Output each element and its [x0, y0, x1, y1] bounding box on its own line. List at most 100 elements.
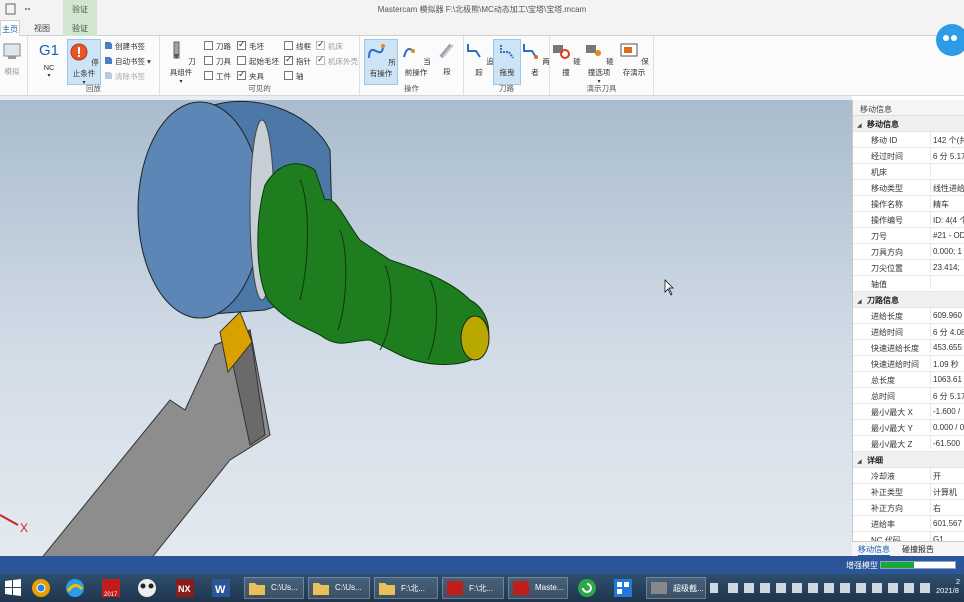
browser-icon[interactable] [64, 577, 86, 599]
check-machine-label: 机床 [328, 42, 343, 51]
all-operations-button[interactable]: 所有操作 [364, 39, 398, 85]
property-key: 进给长度 [871, 312, 903, 321]
tool-holder [42, 328, 271, 556]
property-row: 快速进给长度 453.655 [853, 340, 964, 356]
check-stock[interactable]: 毛坯 [237, 39, 264, 53]
panel-section-header[interactable]: ◢ 刀路信息 [853, 292, 964, 308]
collapse-icon[interactable]: ◢ [857, 298, 867, 305]
property-row: 机床 [853, 164, 964, 180]
ribbon-tabs: 主页 视图 验证 [0, 20, 964, 37]
check-axis[interactable]: 轴 [284, 71, 304, 83]
nx-icon[interactable]: NX [174, 577, 196, 599]
panda-icon[interactable] [136, 577, 158, 599]
check-machine-box[interactable] [316, 39, 325, 50]
taskbar-window-1[interactable]: C:\Us... [244, 577, 304, 599]
word-icon[interactable]: W [210, 577, 232, 599]
nc-dropdown-icon[interactable]: ▾ [32, 72, 66, 79]
check-axis-box[interactable] [284, 71, 293, 80]
enhanced-model-label: 增强模型 [846, 561, 878, 570]
status-bar: 增强模型 [0, 556, 964, 574]
check-tool[interactable]: 刀具 [204, 56, 231, 68]
grid-app-icon[interactable] [612, 577, 634, 599]
property-key: 总长度 [871, 376, 895, 385]
property-value: 精车 [930, 196, 964, 209]
mastercam-2017-icon[interactable]: 2017 [100, 577, 122, 599]
check-stock-box[interactable] [237, 39, 246, 50]
system-tray[interactable] [706, 577, 964, 599]
clock[interactable]: 2 2021/8 [936, 577, 960, 595]
axis-x-label: X [20, 521, 28, 535]
property-row: 刀具方向 0.000; 1 [853, 244, 964, 260]
nc-button[interactable]: G1 NC ▾ [32, 39, 66, 85]
property-key: 刀具方向 [871, 248, 903, 257]
auto-bookmark-button[interactable]: 自动书签 ▾ [104, 56, 151, 68]
check-workpiece-box[interactable] [204, 71, 213, 80]
collapse-icon[interactable]: ◢ [857, 458, 867, 465]
check-initial-stock-box[interactable] [237, 56, 246, 65]
toolpath-group-label: 刀路 [499, 84, 514, 93]
check-workpiece[interactable]: 工件 [204, 71, 231, 83]
svg-text:2017: 2017 [104, 592, 118, 598]
bookmark-clear-icon [105, 72, 112, 79]
check-tool-box[interactable] [204, 56, 213, 65]
stop-condition-button[interactable]: 停止条件 ▾ [67, 39, 101, 86]
panel-section-header[interactable]: ◢ 移动信息 [853, 116, 964, 132]
refresh-app-icon[interactable] [576, 577, 598, 599]
taskbar-window-6[interactable]: 超级截... [646, 577, 706, 599]
property-row: 补正类型 计算机 [853, 484, 964, 500]
taskbar-window-2[interactable]: C:\Us... [308, 577, 370, 599]
property-key: 移动类型 [871, 184, 903, 193]
create-bookmark-button[interactable]: 创建书签 [104, 41, 145, 53]
collapse-icon[interactable]: ◢ [857, 122, 867, 129]
segment-button[interactable]: 段 [433, 39, 461, 85]
property-value: -1.600 / [930, 404, 964, 417]
collision-button[interactable]: 碰撞 [550, 39, 582, 85]
property-key: 轴值 [871, 280, 887, 289]
check-initial-stock[interactable]: 起始毛坯 [237, 56, 279, 68]
graphics-viewport[interactable]: X [0, 100, 852, 556]
property-row: 总时间 6 分 5.17 [853, 388, 964, 404]
trail-button[interactable]: 拖曳 [493, 39, 521, 85]
g1-icon: G1 [38, 42, 59, 59]
trace-button[interactable]: 追踪 [464, 39, 494, 85]
current-operation-button[interactable]: 当前操作 [399, 39, 433, 85]
tab-verify[interactable]: 验证 [63, 20, 97, 36]
simulate-button[interactable]: 模拟 [0, 39, 26, 85]
tab-move-info[interactable]: 移动信息 [858, 544, 890, 556]
check-toolpath[interactable]: 刀路 [204, 41, 231, 53]
trace-icon [467, 44, 482, 58]
bookmark-auto-icon [105, 57, 112, 64]
tab-view[interactable]: 视图 [28, 20, 56, 36]
check-wireframe-box[interactable] [284, 41, 293, 50]
both-button[interactable]: 两者 [520, 39, 550, 85]
check-fixture[interactable]: 夹具 [237, 69, 264, 83]
taskbar-window-4[interactable]: F:\北... [442, 577, 504, 599]
check-pointer[interactable]: 指针 [284, 54, 311, 68]
property-row: 进给时间 6 分 4.08 [853, 324, 964, 340]
taskbar-window-3[interactable]: F:\北... [374, 577, 438, 599]
check-fixture-box[interactable] [237, 69, 246, 80]
tool-component-button[interactable]: 刀具组件 ▾ [164, 39, 198, 85]
folder-icon [249, 583, 265, 595]
tab-home[interactable]: 主页 [0, 20, 20, 37]
clear-bookmark-button[interactable]: 清除书签 [104, 71, 145, 83]
check-machine[interactable]: 机床 [316, 39, 343, 53]
assistant-badge-icon[interactable] [930, 16, 964, 60]
tab-collision-report[interactable]: 碰撞报告 [902, 544, 934, 555]
check-machine-housing[interactable]: 机床外壳 [316, 54, 358, 68]
property-key: 补正类型 [871, 488, 903, 497]
property-value: 0.000 / 0 [930, 420, 964, 433]
nc-label: NC [43, 63, 55, 72]
collision-options-button[interactable]: 碰撞选项 ▾ [582, 39, 616, 85]
taskbar-window-5[interactable]: Maste... [508, 577, 568, 599]
start-icon[interactable] [2, 577, 24, 599]
check-pointer-box[interactable] [284, 54, 293, 65]
save-demo-button[interactable]: 保存演示 [616, 39, 652, 85]
check-wireframe[interactable]: 线框 [284, 41, 311, 53]
check-machine-housing-box[interactable] [316, 54, 325, 65]
panel-section-header[interactable]: ◢ 详细 [853, 452, 964, 468]
auto-bookmark-dropdown-icon[interactable]: ▾ [145, 57, 151, 66]
check-toolpath-box[interactable] [204, 41, 213, 50]
chrome-icon[interactable] [30, 577, 52, 599]
property-row: 总长度 1063.61 [853, 372, 964, 388]
